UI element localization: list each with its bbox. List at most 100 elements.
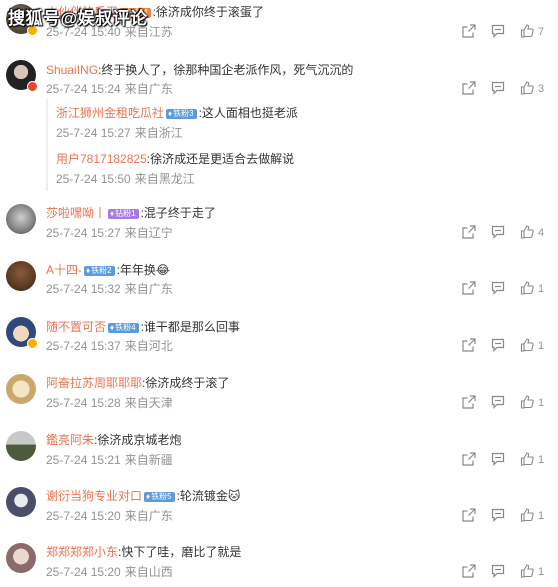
comment-actions: 1 <box>458 281 558 297</box>
avatar-image <box>6 487 36 517</box>
like-icon[interactable] <box>520 452 534 466</box>
comment-icon[interactable] <box>491 452 505 466</box>
reply-text: :这人面相也挺老派 <box>198 106 298 120</box>
username-link[interactable]: 莎啦嘿呦丨 <box>46 206 106 220</box>
comment-actions: 1 <box>458 338 558 354</box>
comment-time: 25-7-24 15:20 <box>46 565 121 579</box>
comment-time: 25-7-24 15:20 <box>46 509 121 523</box>
comment-icon[interactable] <box>491 395 505 409</box>
fan-badge: ♦铁粉5 <box>144 492 175 502</box>
avatar-image <box>6 204 36 234</box>
verified-badge-icon <box>27 338 38 349</box>
comment-time: 25-7-24 15:21 <box>46 453 121 467</box>
comment-line: 阿奋拉苏周耶耶耶:徐济成终于滚了 <box>46 375 229 391</box>
comment-time: 25-7-24 15:32 <box>46 282 121 296</box>
comment-text: :徐济成你终于滚蛋了 <box>152 5 264 19</box>
diamond-icon: ♦ <box>86 266 91 275</box>
share-icon[interactable] <box>462 81 476 95</box>
comment-actions: 1 <box>458 452 558 468</box>
avatar[interactable] <box>6 431 38 463</box>
comment-icon[interactable] <box>491 225 505 239</box>
like-icon[interactable] <box>520 225 534 239</box>
share-icon[interactable] <box>462 395 476 409</box>
like-count: 4 <box>538 227 545 239</box>
comment-location: 来自山西 <box>124 565 173 579</box>
fan-badge: ♦铁粉3 <box>166 109 197 119</box>
username-link[interactable]: 随不置可否 <box>46 320 106 334</box>
comment-icon[interactable] <box>491 24 505 38</box>
share-icon[interactable] <box>462 281 476 295</box>
like-count: 1 <box>538 283 545 295</box>
avatar[interactable] <box>6 204 38 236</box>
comment-line: ShuaiING:终于换人了，徐那种国企老派作风，死气沉沉的 <box>46 62 353 78</box>
diamond-icon: ♦ <box>110 209 115 218</box>
like-icon[interactable] <box>520 24 534 38</box>
comment-actions: 1 <box>458 395 558 411</box>
avatar[interactable] <box>6 60 38 92</box>
comment-text: :徐济成京城老炮 <box>94 433 182 447</box>
comment-meta: 25-7-24 15:32 来自广东 <box>46 281 173 297</box>
comment-location: 来自广东 <box>124 82 173 96</box>
share-icon[interactable] <box>462 338 476 352</box>
comment-meta: 25-7-24 15:28 来自天津 <box>46 395 173 411</box>
like-count: 7 <box>538 26 545 38</box>
like-count: 3 <box>538 83 545 95</box>
like-icon[interactable] <box>520 281 534 295</box>
reply-location: 来自黑龙江 <box>134 172 195 186</box>
avatar[interactable] <box>6 487 38 519</box>
comment-time: 25-7-24 15:28 <box>46 396 121 410</box>
diamond-icon: ♦ <box>110 323 115 332</box>
avatar[interactable] <box>6 374 38 406</box>
username-link[interactable]: A十四- <box>46 263 82 277</box>
verified-badge-icon <box>27 81 38 92</box>
username-link[interactable]: ShuaiING <box>46 63 98 77</box>
like-icon[interactable] <box>520 508 534 522</box>
comment-icon[interactable] <box>491 564 505 578</box>
avatar[interactable] <box>6 543 38 575</box>
comment-line: 谢衍当狗专业对口 ♦铁粉5:轮流镀金🐱 <box>46 488 240 504</box>
like-icon[interactable] <box>520 564 534 578</box>
comment-actions: 1 <box>458 564 558 580</box>
comment-line: 鑑亮阿朱:徐济成京城老炮 <box>46 432 181 448</box>
comment-icon[interactable] <box>491 508 505 522</box>
share-icon[interactable] <box>462 24 476 38</box>
avatar-image <box>6 261 36 291</box>
share-icon[interactable] <box>462 452 476 466</box>
comment-text: :快下了哇，磨比了就是 <box>118 545 242 559</box>
comment-location: 来自辽宁 <box>124 226 173 240</box>
comment-time: 25-7-24 15:24 <box>46 82 121 96</box>
comment-icon[interactable] <box>491 81 505 95</box>
comment-location: 来自河北 <box>124 339 173 353</box>
like-count: 1 <box>538 510 545 522</box>
comment-location: 来自新疆 <box>124 453 173 467</box>
like-icon[interactable] <box>520 338 534 352</box>
diamond-icon: ♦ <box>168 109 173 118</box>
comment-actions: 4 <box>458 225 558 241</box>
avatar[interactable] <box>6 261 38 293</box>
share-icon[interactable] <box>462 508 476 522</box>
comment-icon[interactable] <box>491 281 505 295</box>
username-link[interactable]: 鑑亮阿朱 <box>46 433 94 447</box>
like-icon[interactable] <box>520 395 534 409</box>
like-icon[interactable] <box>520 81 534 95</box>
username-link[interactable]: 阿奋拉苏周耶耶耶 <box>46 376 142 390</box>
comment-text: :徐济成终于滚了 <box>142 376 230 390</box>
avatar[interactable] <box>6 317 38 349</box>
comment-text: :轮流镀金🐱 <box>176 489 241 503</box>
reply-line: 浙江狮州金租吃瓜社 ♦铁粉3:这人面相也挺老派 <box>56 105 298 121</box>
share-icon[interactable] <box>462 564 476 578</box>
reply-username-link[interactable]: 用户7817182825 <box>56 152 147 166</box>
like-count: 1 <box>538 454 545 466</box>
comment-time: 25-7-24 15:37 <box>46 339 121 353</box>
comment-location: 来自天津 <box>124 396 173 410</box>
fan-badge: ♦铁粉2 <box>84 266 115 276</box>
comment-icon[interactable] <box>491 338 505 352</box>
reply-username-link[interactable]: 浙江狮州金租吃瓜社 <box>56 106 164 120</box>
comment-line: A十四- ♦铁粉2:年年换😂 <box>46 262 170 278</box>
username-link[interactable]: 郑郑郑郑小东 <box>46 545 118 559</box>
comment-line: 随不置可否 ♦铁粉4:谁干都是那么回事 <box>46 319 240 335</box>
comment-feed: 小伙伴的后卫 ♦铁粉4:徐济成你终于滚蛋了 25-7-24 15:40 来自江苏 7… <box>0 0 558 587</box>
share-icon[interactable] <box>462 225 476 239</box>
diamond-icon: ♦ <box>146 492 151 501</box>
username-link[interactable]: 谢衍当狗专业对口 <box>46 489 142 503</box>
